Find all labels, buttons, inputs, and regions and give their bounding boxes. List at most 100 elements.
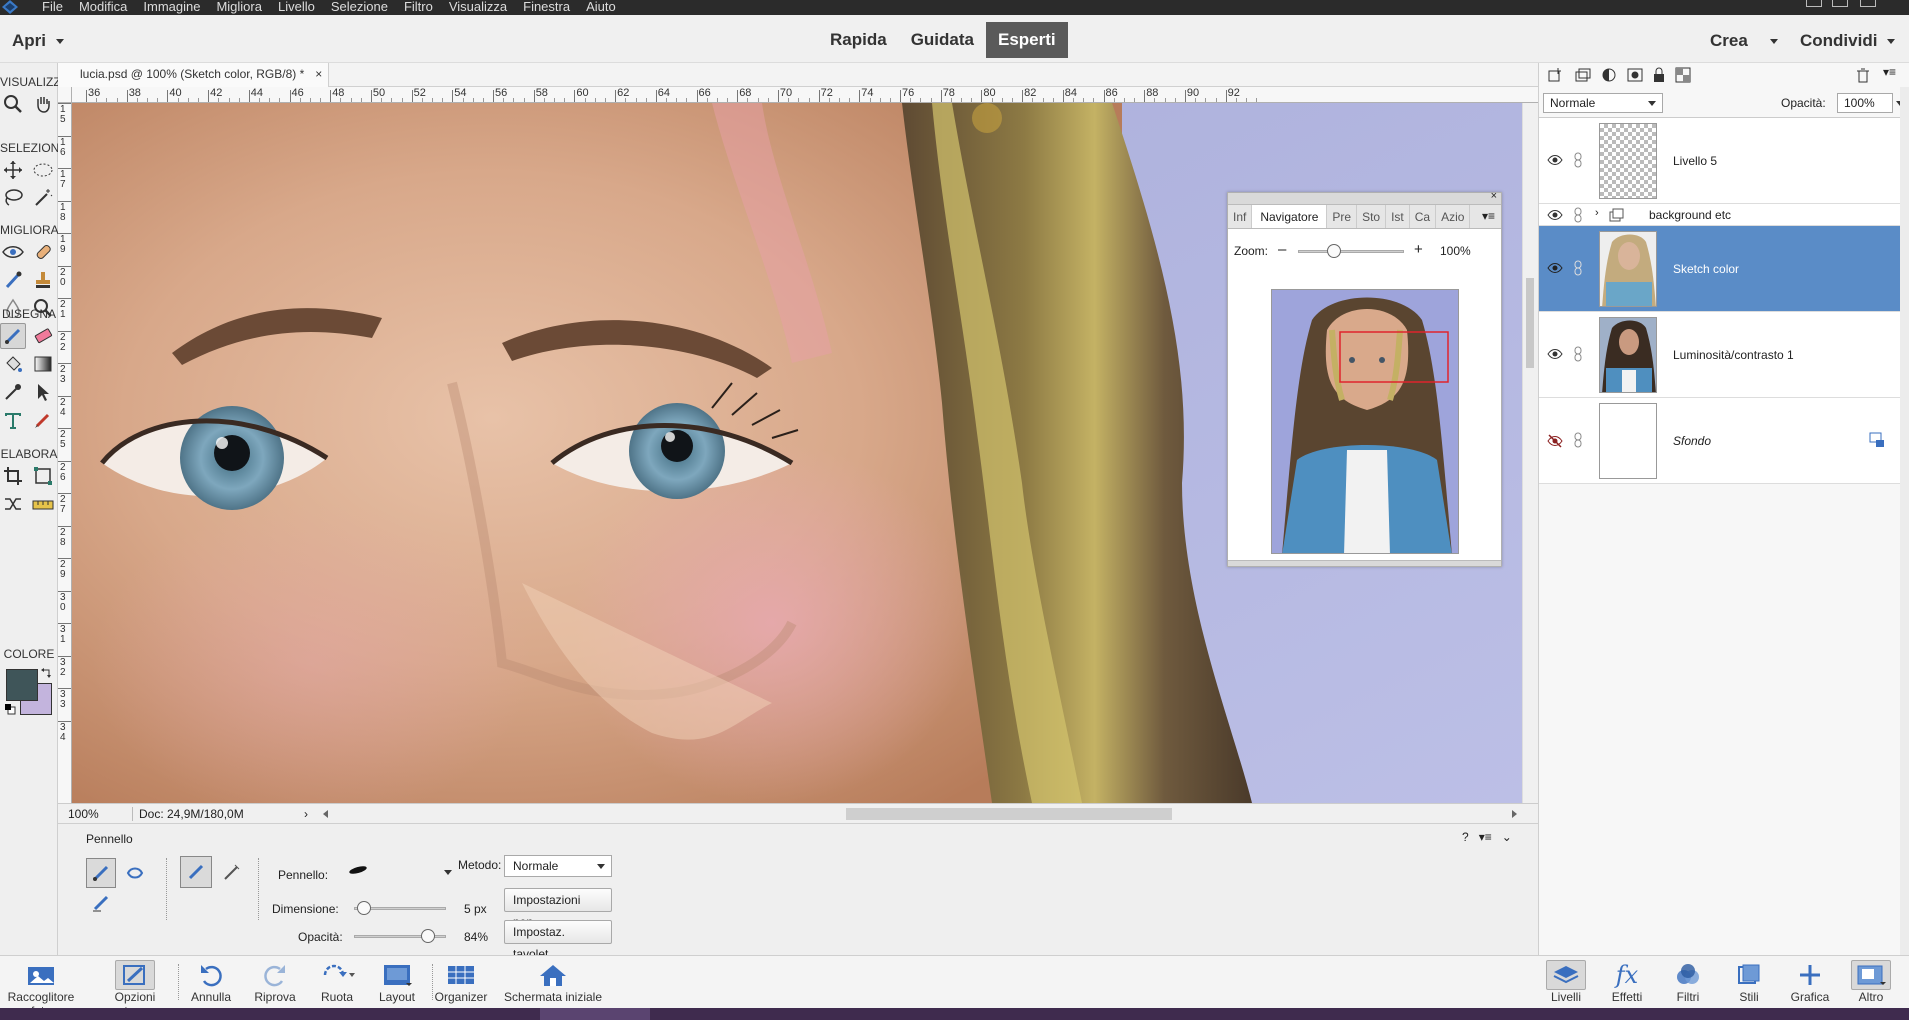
expand-group-icon[interactable]: ›	[1595, 207, 1599, 219]
foreground-color-swatch[interactable]	[6, 669, 38, 701]
options-menu-icon[interactable]: ▾≡	[1479, 830, 1492, 844]
new-layer-icon[interactable]	[1547, 67, 1563, 83]
crop-tool-icon[interactable]	[0, 463, 26, 489]
brush-settings-button[interactable]: Impostazioni pen...	[504, 888, 612, 929]
tab-info[interactable]: Inf	[1228, 205, 1253, 228]
navigator-zoom-thumb[interactable]	[1326, 244, 1341, 258]
pencil-tool-icon[interactable]	[30, 407, 56, 433]
magic-wand-icon[interactable]	[30, 185, 56, 211]
smart-brush-icon[interactable]	[0, 267, 26, 293]
layers-panel-menu-icon[interactable]: ▾≡	[1883, 65, 1896, 79]
new-group-icon[interactable]	[1575, 67, 1591, 83]
organizer-button[interactable]: Organizer	[426, 960, 496, 1004]
layer-mask-icon[interactable]	[1627, 67, 1643, 83]
eraser-tool-icon[interactable]	[30, 323, 56, 349]
effects-button[interactable]: fx Effetti	[1592, 960, 1662, 1004]
opacity-slider[interactable]	[354, 929, 446, 943]
spot-healing-icon[interactable]	[30, 239, 56, 265]
help-icon[interactable]: ?	[1462, 830, 1469, 844]
lasso-tool-icon[interactable]	[0, 185, 26, 211]
scroll-right-icon[interactable]	[1510, 808, 1522, 820]
menu-finestra[interactable]: Finestra	[523, 0, 570, 14]
menu-migliora[interactable]: Migliora	[216, 0, 262, 14]
menu-selezione[interactable]: Selezione	[331, 0, 388, 14]
collapse-options-icon[interactable]: ⌄	[1502, 830, 1512, 844]
layer-row-luminosita-contrasto[interactable]: Luminosità/contrasto 1	[1539, 312, 1900, 398]
visibility-eye-icon[interactable]	[1547, 262, 1563, 274]
airbrush-button[interactable]	[216, 858, 246, 888]
red-eye-tool-icon[interactable]	[0, 239, 26, 265]
layer-row-sketch-color[interactable]: Sketch color	[1539, 226, 1900, 312]
more-button[interactable]: Altro	[1836, 960, 1906, 1004]
size-slider-thumb[interactable]	[356, 901, 371, 915]
close-panel-icon[interactable]: ×	[1491, 190, 1497, 202]
menu-livello[interactable]: Livello	[278, 0, 315, 14]
home-screen-button[interactable]: Schermata iniziale	[498, 960, 608, 1004]
redo-button[interactable]: Riprova	[240, 960, 310, 1004]
document-tab[interactable]: lucia.psd @ 100% (Sketch color, RGB/8) *…	[58, 63, 330, 87]
layout-button[interactable]: Layout	[362, 960, 432, 1004]
layer-link-icon[interactable]	[1573, 432, 1583, 448]
hidden-eye-icon[interactable]	[1547, 434, 1563, 448]
mode-rapida[interactable]: Rapida	[818, 22, 899, 58]
maximize-icon[interactable]	[1832, 0, 1848, 7]
visibility-eye-icon[interactable]	[1547, 154, 1563, 166]
layer-row-background-etc[interactable]: › background etc	[1539, 204, 1900, 226]
tab-presets[interactable]: Pre	[1327, 205, 1358, 228]
panel-menu-icon[interactable]: ▾≡	[1482, 209, 1495, 223]
undo-button[interactable]: Annulla	[176, 960, 246, 1004]
brush-tool-icon[interactable]	[0, 323, 26, 349]
paint-bucket-icon[interactable]	[0, 351, 26, 377]
open-button[interactable]: Apri	[12, 31, 64, 51]
delete-layer-icon[interactable]	[1855, 67, 1871, 83]
styles-button[interactable]: Stili	[1714, 960, 1784, 1004]
tab-histogram[interactable]: Ist	[1386, 205, 1410, 228]
brush-mode-button[interactable]	[86, 858, 116, 888]
brush-picker[interactable]	[348, 864, 458, 882]
close-tab-icon[interactable]: ×	[315, 63, 322, 85]
create-button[interactable]: Crea	[1710, 31, 1778, 51]
layer-link-icon[interactable]	[1573, 346, 1583, 362]
vertical-scrollbar[interactable]	[1522, 103, 1538, 803]
zoom-tool-icon[interactable]	[0, 91, 26, 117]
navigator-preview[interactable]	[1271, 289, 1459, 554]
graphics-button[interactable]: Grafica	[1775, 960, 1845, 1004]
layers-panel-button[interactable]: Livelli	[1531, 960, 1601, 1004]
tab-navigator[interactable]: Navigatore	[1252, 205, 1328, 228]
select-arrow-icon[interactable]	[30, 379, 56, 405]
menu-aiuto[interactable]: Aiuto	[586, 0, 616, 14]
filters-button[interactable]: Filtri	[1653, 960, 1723, 1004]
layer-link-icon[interactable]	[1573, 207, 1583, 223]
zoom-in-icon[interactable]: +	[1414, 241, 1423, 258]
adjustment-layer-icon[interactable]	[1601, 67, 1617, 83]
content-move-icon[interactable]	[0, 491, 26, 517]
mode-guidata[interactable]: Guidata	[899, 22, 986, 58]
horizontal-scroll-thumb[interactable]	[846, 808, 1172, 820]
menu-file[interactable]: File	[42, 0, 63, 14]
straighten-tool-icon[interactable]	[30, 491, 56, 517]
navigator-zoom-slider[interactable]	[1298, 244, 1404, 258]
type-tool-icon[interactable]	[0, 407, 26, 433]
close-window-icon[interactable]	[1860, 0, 1876, 7]
default-colors-icon[interactable]	[4, 703, 16, 715]
lock-all-icon[interactable]	[1651, 67, 1667, 83]
zoom-readout[interactable]: 100%	[68, 807, 99, 821]
gradient-tool-icon[interactable]	[30, 351, 56, 377]
swap-colors-icon[interactable]	[40, 667, 52, 679]
size-slider[interactable]	[354, 901, 446, 915]
tab-history[interactable]: Sto	[1357, 205, 1387, 228]
navigator-resize-grip[interactable]	[1228, 560, 1501, 566]
tablet-settings-button[interactable]: Impostaz. tavolet...	[504, 920, 612, 961]
menu-immagine[interactable]: Immagine	[143, 0, 200, 14]
layers-scrollbar[interactable]	[1900, 87, 1909, 955]
share-button[interactable]: Condividi	[1800, 31, 1896, 51]
clone-stamp-icon[interactable]	[30, 267, 56, 293]
visibility-eye-icon[interactable]	[1547, 348, 1563, 360]
layer-blend-mode-select[interactable]: Normale	[1543, 93, 1663, 113]
layer-row-livello-5[interactable]: Livello 5	[1539, 118, 1900, 204]
scroll-left-icon[interactable]	[320, 808, 332, 820]
status-arrow-icon[interactable]: ›	[304, 807, 308, 821]
tab-color[interactable]: Ca	[1410, 205, 1437, 228]
brush-preset-button[interactable]	[180, 856, 212, 888]
impressionist-brush-button[interactable]	[120, 858, 150, 888]
